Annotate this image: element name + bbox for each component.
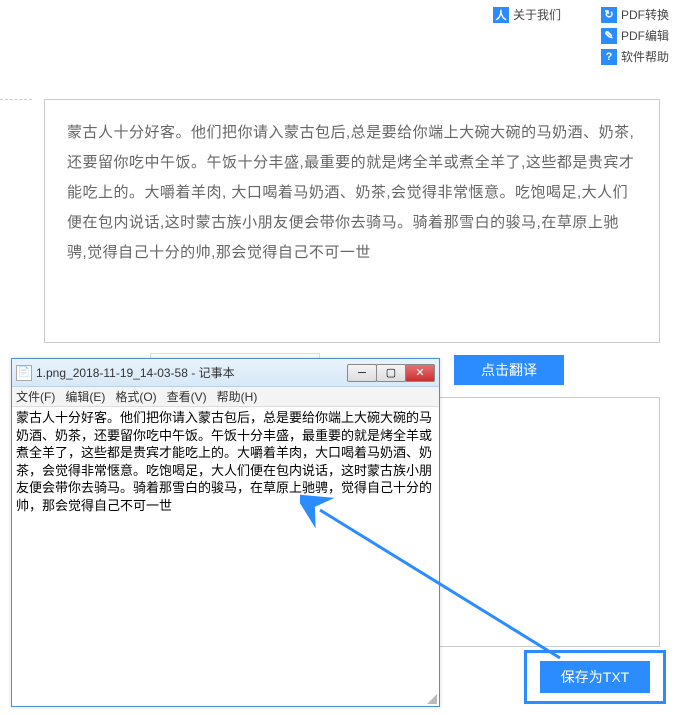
notepad-window[interactable]: 📄 1.png_2018-11-19_14-03-58 - 记事本 ─ ▢ ✕ … [11, 358, 440, 707]
ocr-text-content: 蒙古人十分好客。他们把你请入蒙古包后,总是要给你端上大碗大碗的马奶酒、奶茶,还要… [67, 118, 637, 268]
translate-button[interactable]: 点击翻译 [454, 355, 564, 385]
maximize-button[interactable]: ▢ [376, 364, 406, 382]
pdf-convert-label: PDF转换 [621, 6, 669, 23]
top-col-right: ↻ PDF转换 ✎ PDF编辑 ? 软件帮助 [601, 6, 669, 65]
pdf-edit-label: PDF编辑 [621, 27, 669, 44]
close-button[interactable]: ✕ [405, 364, 435, 382]
person-icon: 人 [493, 7, 509, 23]
menu-help[interactable]: 帮助(H) [217, 388, 258, 405]
resize-grip-icon[interactable] [425, 692, 437, 704]
save-txt-highlight: 保存为TXT [524, 650, 666, 704]
window-controls: ─ ▢ ✕ [348, 364, 435, 382]
save-as-txt-button[interactable]: 保存为TXT [540, 661, 650, 693]
notepad-menubar: 文件(F) 编辑(E) 格式(O) 查看(V) 帮助(H) [12, 387, 439, 407]
dashed-separator [0, 99, 32, 100]
notepad-text-area[interactable]: 蒙古人十分好客。他们把你请入蒙古包后，总是要给你端上大碗大碗的马奶酒、奶茶，还要… [12, 407, 439, 706]
pdf-convert-link[interactable]: ↻ PDF转换 [601, 6, 669, 23]
top-button-bar: 人 关于我们 ↻ PDF转换 ✎ PDF编辑 ? 软件帮助 [493, 6, 669, 65]
notepad-title-text: 1.png_2018-11-19_14-03-58 - 记事本 [36, 364, 348, 381]
notepad-file-icon: 📄 [16, 365, 32, 381]
pdf-edit-link[interactable]: ✎ PDF编辑 [601, 27, 669, 44]
edit-icon: ✎ [601, 28, 617, 44]
notepad-titlebar[interactable]: 📄 1.png_2018-11-19_14-03-58 - 记事本 ─ ▢ ✕ [12, 359, 439, 387]
about-us-label: 关于我们 [513, 6, 561, 23]
ocr-text-panel: 蒙古人十分好客。他们把你请入蒙古包后,总是要给你端上大碗大碗的马奶酒、奶茶,还要… [44, 99, 660, 343]
help-label: 软件帮助 [621, 48, 669, 65]
minimize-button[interactable]: ─ [347, 364, 377, 382]
help-link[interactable]: ? 软件帮助 [601, 48, 669, 65]
menu-file[interactable]: 文件(F) [16, 388, 55, 405]
menu-view[interactable]: 查看(V) [167, 388, 207, 405]
help-icon: ? [601, 49, 617, 65]
menu-edit[interactable]: 编辑(E) [65, 388, 105, 405]
about-us-link[interactable]: 人 关于我们 [493, 6, 561, 23]
top-col-left: 人 关于我们 [493, 6, 561, 65]
menu-format[interactable]: 格式(O) [115, 388, 156, 405]
convert-icon: ↻ [601, 7, 617, 23]
